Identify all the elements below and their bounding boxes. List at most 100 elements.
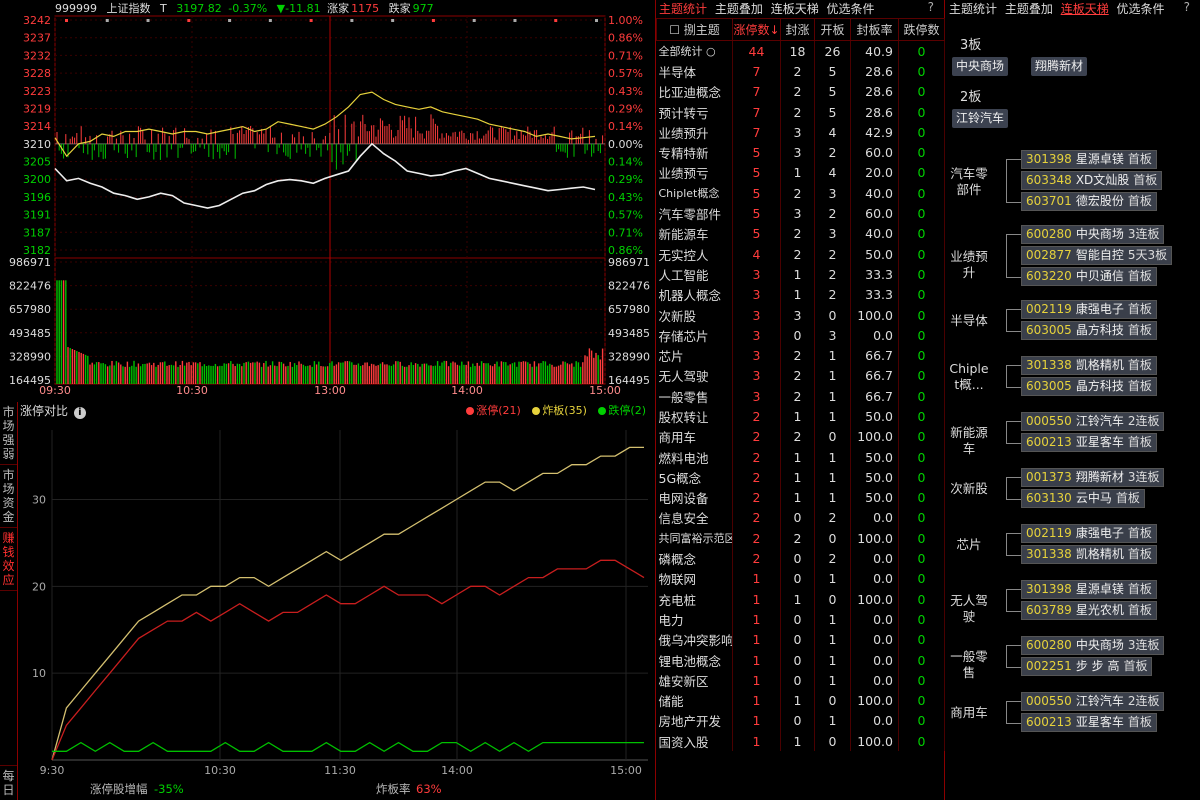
stock-chip[interactable]: 603005 晶方科技 首板 xyxy=(1021,377,1157,396)
tab-theme-stats-r[interactable]: 主题统计 xyxy=(949,2,997,16)
theme-row[interactable]: 芯片 3 2 1 66.7 0 xyxy=(656,345,945,366)
stock-chip[interactable]: 603005 晶方科技 首板 xyxy=(1021,321,1157,340)
stock-chip[interactable]: 301338 凯格精机 首板 xyxy=(1021,545,1157,564)
stock-chip[interactable]: 301398 星源卓镁 首板 xyxy=(1021,150,1157,169)
theme-row[interactable]: 半导体 7 2 5 28.6 0 xyxy=(656,61,945,82)
theme-row[interactable]: 物联网 1 0 1 0.0 0 xyxy=(656,568,945,590)
opened-count: 1 xyxy=(814,487,851,508)
column-header[interactable]: 跌停数 xyxy=(898,18,945,41)
series-limit-up-line xyxy=(51,559,645,761)
limit-down-count: 0 xyxy=(898,284,945,305)
board-chip[interactable]: 江铃汽车 xyxy=(952,109,1009,128)
tab-theme-stats[interactable]: 主题统计 xyxy=(659,2,707,16)
stock-chip[interactable]: 603220 中贝通信 首板 xyxy=(1021,267,1157,286)
theme-row[interactable]: 全部统计 ○ 44 18 26 40.9 0 xyxy=(656,40,945,62)
stock-name: 亚星客车 xyxy=(1075,435,1124,449)
stock-chip[interactable]: 002119 康强电子 首板 xyxy=(1021,300,1157,319)
legend-broken[interactable]: 炸板(35) xyxy=(532,404,587,417)
theme-row[interactable]: 燃料电池 2 1 1 50.0 0 xyxy=(656,446,945,468)
theme-row[interactable]: 储能 1 1 0 100.0 0 xyxy=(656,690,945,711)
board-chip[interactable]: 中央商场 xyxy=(952,57,1009,76)
stock-chip[interactable]: 603130 云中马 首板 xyxy=(1021,489,1145,508)
limit-compare-plot[interactable]: 30 20 10 9:30 10:30 11:30 14:00 15:00 涨停股增幅 -35% 炸… xyxy=(20,420,652,800)
legend-limit-down[interactable]: 跌停(2) xyxy=(598,404,646,417)
index-intraday-chart[interactable]: 999999 上证指数 T 3197.82 -0.37% ▼-11.81 涨家 1… xyxy=(0,0,652,398)
theme-row[interactable]: 充电桩 1 1 0 100.0 0 xyxy=(656,589,945,610)
sealed-count: 1 xyxy=(780,162,815,184)
board-chip[interactable]: 翔腾新材 xyxy=(1031,57,1088,76)
theme-row[interactable]: 无实控人 4 2 2 50.0 0 xyxy=(656,243,945,265)
stock-chip[interactable]: 600213 亚星客车 首板 xyxy=(1021,433,1157,452)
theme-row[interactable]: 商用车 2 2 0 100.0 0 xyxy=(656,426,945,447)
tab-money-effect[interactable]: 赚钱效应 xyxy=(0,528,17,591)
column-header[interactable]: 封涨 xyxy=(780,18,815,41)
theme-row[interactable]: 预计转亏 7 2 5 28.6 0 xyxy=(656,101,945,123)
theme-name: 股权转让 xyxy=(656,406,733,427)
stock-chip[interactable]: 000550 江铃汽车 2连板 xyxy=(1021,412,1165,431)
stock-chip[interactable]: 603701 德宏股份 首板 xyxy=(1021,192,1157,211)
limit-up-count: 5 xyxy=(732,203,781,224)
theme-name: 充电桩 xyxy=(656,589,733,610)
limit-up-count: 2 xyxy=(732,426,781,447)
stock-chip[interactable]: 603348 XD文灿股 首板 xyxy=(1021,171,1163,190)
tab-daily[interactable]: 每日 xyxy=(0,765,17,800)
stock-chip[interactable]: 301338 凯格精机 首板 xyxy=(1021,356,1157,375)
stock-chip[interactable]: 301398 星源卓镁 首板 xyxy=(1021,580,1157,599)
help-icon-r[interactable]: ? xyxy=(1184,0,1190,14)
stock-chip[interactable]: 001373 翔腾新材 3连板 xyxy=(1021,468,1165,487)
tab-filter-r[interactable]: 优选条件 xyxy=(1117,2,1165,16)
theme-row[interactable]: 次新股 3 3 0 100.0 0 xyxy=(656,304,945,326)
theme-row[interactable]: 机器人概念 3 1 2 33.3 0 xyxy=(656,284,945,305)
legend-limit-up[interactable]: 涨停(21) xyxy=(466,404,521,417)
intraday-plot[interactable]: 3242 1.00% 3237 0.86% 3232 0.71% 3228 0.57% 3223… xyxy=(0,0,652,398)
y-tick-label: 20 xyxy=(32,580,46,593)
theme-row[interactable]: 专精特新 5 3 2 60.0 0 xyxy=(656,142,945,163)
limit-up-count: 2 xyxy=(732,507,781,529)
theme-row[interactable]: 一般零售 3 2 1 66.7 0 xyxy=(656,386,945,407)
stock-chip[interactable]: 000550 江铃汽车 2连板 xyxy=(1021,692,1165,711)
theme-row[interactable]: 股权转让 2 1 1 50.0 0 xyxy=(656,406,945,427)
theme-name: 商用车 xyxy=(656,426,733,447)
tab-market-strength[interactable]: 市场强弱 xyxy=(0,402,17,465)
stock-chip[interactable]: 600280 中央商场 3连板 xyxy=(1021,225,1165,244)
theme-row[interactable]: 电力 1 0 1 0.0 0 xyxy=(656,609,945,630)
column-header[interactable]: ☐ 捌主题 xyxy=(656,18,733,41)
theme-row[interactable]: 共同富裕示范区 2 2 0 100.0 0 xyxy=(656,528,945,549)
info-icon[interactable]: i xyxy=(73,407,86,419)
theme-row[interactable]: 存储芯片 3 0 3 0.0 0 xyxy=(656,325,945,346)
theme-row[interactable]: 新能源车 5 2 3 40.0 0 xyxy=(656,223,945,244)
column-header[interactable]: 开板 xyxy=(814,18,851,41)
stock-chip[interactable]: 600280 中央商场 3连板 xyxy=(1021,636,1165,655)
tab-limit-ladder-r[interactable]: 连板天梯 xyxy=(1061,2,1109,16)
theme-row[interactable]: 比亚迪概念 7 2 5 28.6 0 xyxy=(656,81,945,102)
tab-market-funds[interactable]: 市场资金 xyxy=(0,465,17,528)
theme-row[interactable]: 雄安新区 1 0 1 0.0 0 xyxy=(656,670,945,691)
theme-row[interactable]: 锂电池概念 1 0 1 0.0 0 xyxy=(656,649,945,671)
theme-row[interactable]: 俄乌冲突影响 1 0 1 0.0 0 xyxy=(656,629,945,650)
theme-row[interactable]: 房地产开发 1 0 1 0.0 0 xyxy=(656,710,945,732)
stock-chip[interactable]: 603789 星光农机 首板 xyxy=(1021,601,1157,620)
theme-row[interactable]: 5G概念 2 1 1 50.0 0 xyxy=(656,467,945,488)
tab-theme-overlay[interactable]: 主题叠加 xyxy=(715,2,763,16)
help-icon[interactable]: ? xyxy=(928,0,934,14)
theme-row[interactable]: 汽车零部件 5 3 2 60.0 0 xyxy=(656,203,945,224)
theme-row[interactable]: 业绩预升 7 3 4 42.9 0 xyxy=(656,122,945,143)
column-header[interactable]: 涨停数↓ xyxy=(732,18,781,41)
stock-chip[interactable]: 600213 亚星客车 首板 xyxy=(1021,713,1157,732)
theme-row[interactable]: 信息安全 2 0 2 0.0 0 xyxy=(656,507,945,529)
theme-row[interactable]: Chiplet概念 5 2 3 40.0 0 xyxy=(656,183,945,204)
theme-row[interactable]: 人工智能 3 1 2 33.3 0 xyxy=(656,264,945,285)
tab-limit-ladder[interactable]: 连板天梯 xyxy=(771,2,819,16)
limit-ladder-panel: 主题统计 主题叠加 连板天梯 优选条件 ? 3板 中央商场 翔腾新材 2板 江铃汽车 汽车… xyxy=(946,0,1200,800)
theme-row[interactable]: 无人驾驶 3 2 1 66.7 0 xyxy=(656,365,945,387)
column-header[interactable]: 封板率 xyxy=(850,18,899,41)
tab-filter[interactable]: 优选条件 xyxy=(827,2,875,16)
tab-theme-overlay-r[interactable]: 主题叠加 xyxy=(1005,2,1053,16)
stock-chip[interactable]: 002877 智能自控 5天3板 xyxy=(1021,246,1173,265)
stock-chip[interactable]: 002119 康强电子 首板 xyxy=(1021,524,1157,543)
theme-row[interactable]: 业绩预亏 5 1 4 20.0 0 xyxy=(656,162,945,184)
theme-row[interactable]: 电网设备 2 1 1 50.0 0 xyxy=(656,487,945,508)
stock-chip[interactable]: 002251 步 步 高首板 xyxy=(1021,657,1153,676)
theme-row[interactable]: 国资入股 1 1 0 100.0 0 xyxy=(656,731,945,752)
theme-row[interactable]: 磷概念 2 0 2 0.0 0 xyxy=(656,548,945,569)
